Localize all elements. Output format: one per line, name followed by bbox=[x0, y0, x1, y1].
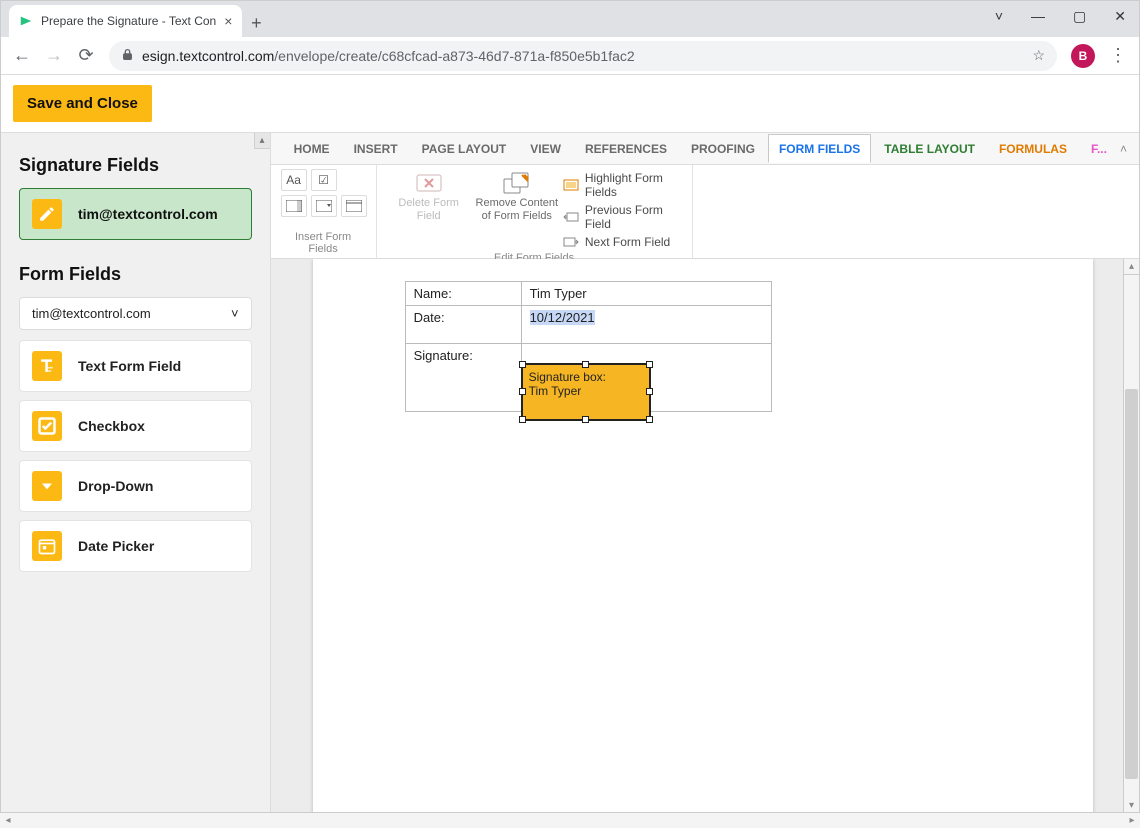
address-bar: ← → ⟳ esign.textcontrol.com/envelope/cre… bbox=[1, 37, 1139, 75]
ribbon-tab-f-[interactable]: F... bbox=[1080, 134, 1118, 163]
ribbon-tabs: HOMEINSERTPAGE LAYOUTVIEWREFERENCESPROOF… bbox=[271, 133, 1139, 165]
signature-box[interactable]: Signature box: Tim Typer bbox=[521, 363, 651, 421]
field-label: Date Picker bbox=[78, 538, 154, 554]
remove-content-button[interactable]: Remove Content of Form Fields bbox=[475, 169, 559, 249]
insert-checkbox-icon[interactable]: ☑ bbox=[311, 169, 337, 191]
chevron-down-icon[interactable]: ˅ bbox=[995, 8, 1003, 25]
document-canvas[interactable]: ▴ ▾ Name: Tim Typer bbox=[271, 259, 1139, 825]
bookmark-star-icon[interactable]: ☆ bbox=[1032, 47, 1045, 64]
ribbon-tab-references[interactable]: REFERENCES bbox=[574, 134, 678, 163]
favicon-icon bbox=[19, 14, 33, 28]
checkbox-icon bbox=[32, 411, 62, 441]
resize-handle[interactable] bbox=[519, 416, 526, 423]
profile-avatar[interactable]: B bbox=[1071, 44, 1095, 68]
recipient-select-value: tim@textcontrol.com bbox=[32, 306, 151, 321]
browser-tab[interactable]: Prepare the Signature - Text Con × bbox=[9, 5, 242, 37]
ribbon: Aa ☑ Insert Form Fields bbox=[271, 165, 1139, 259]
reload-button[interactable]: ⟳ bbox=[77, 45, 95, 66]
previous-form-field-button[interactable]: Previous Form Field bbox=[563, 203, 682, 231]
forward-button: → bbox=[45, 45, 63, 66]
sidebar-scroll-up[interactable]: ▴ bbox=[254, 133, 270, 149]
delete-form-field-button: Delete Form Field bbox=[387, 169, 471, 249]
browser-menu-icon[interactable]: ⋮ bbox=[1109, 45, 1127, 66]
scroll-left-arrow[interactable]: ◂ bbox=[1, 813, 16, 825]
resize-handle[interactable] bbox=[646, 361, 653, 368]
chevron-down-icon: ˅ bbox=[231, 306, 239, 321]
insert-date-icon[interactable] bbox=[341, 195, 367, 217]
minimize-icon[interactable]: — bbox=[1031, 8, 1045, 25]
url-field[interactable]: esign.textcontrol.com/envelope/create/c6… bbox=[109, 41, 1057, 71]
resize-handle[interactable] bbox=[582, 361, 589, 368]
scroll-thumb[interactable] bbox=[1125, 389, 1138, 779]
ribbon-tab-insert[interactable]: INSERT bbox=[343, 134, 409, 163]
next-form-field-button[interactable]: Next Form Field bbox=[563, 235, 682, 249]
ribbon-tab-home[interactable]: HOME bbox=[283, 134, 341, 163]
field-label: Text Form Field bbox=[78, 358, 181, 374]
resize-handle[interactable] bbox=[646, 388, 653, 395]
tab-title: Prepare the Signature - Text Con bbox=[41, 14, 216, 28]
tab-strip: Prepare the Signature - Text Con × + bbox=[1, 1, 1139, 37]
resize-handle[interactable] bbox=[519, 388, 526, 395]
date-value[interactable]: 10/12/2021 bbox=[530, 310, 595, 325]
maximize-icon[interactable]: ▢ bbox=[1073, 8, 1086, 25]
ribbon-group-caption: Insert Form Fields bbox=[281, 228, 366, 258]
back-button[interactable]: ← bbox=[13, 45, 31, 66]
recipient-select[interactable]: tim@textcontrol.com ˅ bbox=[19, 297, 252, 330]
resize-handle[interactable] bbox=[646, 416, 653, 423]
ribbon-group-edit: Delete Form Field Remove Content of Form… bbox=[377, 165, 693, 258]
name-label: Name: bbox=[405, 282, 521, 306]
pencil-icon bbox=[32, 199, 62, 229]
form-fields-heading: Form Fields bbox=[19, 264, 252, 285]
ribbon-collapse-icon[interactable]: ˄ bbox=[1120, 142, 1127, 156]
signature-box-title: Signature box: bbox=[529, 370, 643, 384]
signer-email: tim@textcontrol.com bbox=[78, 206, 218, 222]
field-card-date-picker[interactable]: Date Picker bbox=[19, 520, 252, 572]
remove-content-icon bbox=[502, 171, 532, 195]
save-and-close-button[interactable]: Save and Close bbox=[13, 85, 152, 122]
signer-card[interactable]: tim@textcontrol.com bbox=[19, 188, 252, 240]
new-tab-button[interactable]: + bbox=[242, 9, 270, 37]
close-tab-icon[interactable]: × bbox=[224, 13, 232, 29]
app-toolbar: Save and Close bbox=[1, 75, 1139, 132]
ribbon-tab-view[interactable]: VIEW bbox=[519, 134, 572, 163]
field-card-text-form-field[interactable]: Text Form Field bbox=[19, 340, 252, 392]
name-value[interactable]: Tim Typer bbox=[521, 282, 771, 306]
sidebar: ▴ Signature Fields tim@textcontrol.com F… bbox=[1, 133, 271, 825]
ribbon-tab-form-fields[interactable]: FORM FIELDS bbox=[768, 134, 871, 163]
editor: HOMEINSERTPAGE LAYOUTVIEWREFERENCESPROOF… bbox=[271, 133, 1139, 825]
insert-textfield-icon[interactable]: Aa bbox=[281, 169, 307, 191]
insert-dropdown-icon[interactable] bbox=[311, 195, 337, 217]
window-controls: ˅ — ▢ ✕ bbox=[995, 8, 1126, 25]
field-card-checkbox[interactable]: Checkbox bbox=[19, 400, 252, 452]
horizontal-scrollbar[interactable]: ◂ ▸ bbox=[1, 812, 1139, 825]
page: Name: Tim Typer Date: 10/12/2021 Signatu… bbox=[313, 259, 1093, 813]
resize-handle[interactable] bbox=[519, 361, 526, 368]
signature-box-signer: Tim Typer bbox=[529, 384, 643, 398]
signature-fields-heading: Signature Fields bbox=[19, 155, 252, 176]
highlight-form-fields-button[interactable]: Highlight Form Fields bbox=[563, 171, 682, 199]
lock-icon bbox=[121, 48, 134, 64]
field-label: Drop-Down bbox=[78, 478, 153, 494]
ribbon-group-insert: Aa ☑ Insert Form Fields bbox=[271, 165, 377, 258]
signature-label: Signature: bbox=[405, 344, 521, 412]
ribbon-tab-page-layout[interactable]: PAGE LAYOUT bbox=[411, 134, 518, 163]
date-label: Date: bbox=[405, 306, 521, 344]
ribbon-tab-formulas[interactable]: FORMULAS bbox=[988, 134, 1078, 163]
dropdown-icon bbox=[32, 471, 62, 501]
insert-combobox-icon[interactable] bbox=[281, 195, 307, 217]
delete-field-icon bbox=[414, 171, 444, 195]
vertical-scrollbar[interactable]: ▾ bbox=[1123, 275, 1139, 813]
datepicker-icon bbox=[32, 531, 62, 561]
scroll-right-arrow[interactable]: ▸ bbox=[1124, 813, 1139, 825]
field-label: Checkbox bbox=[78, 418, 145, 434]
resize-handle[interactable] bbox=[582, 416, 589, 423]
url-text: esign.textcontrol.com/envelope/create/c6… bbox=[142, 48, 635, 64]
field-card-drop-down[interactable]: Drop-Down bbox=[19, 460, 252, 512]
ribbon-tab-proofing[interactable]: PROOFING bbox=[680, 134, 766, 163]
scroll-down-arrow[interactable]: ▾ bbox=[1124, 797, 1139, 813]
ribbon-tab-table-layout[interactable]: TABLE LAYOUT bbox=[873, 134, 986, 163]
text-icon bbox=[32, 351, 62, 381]
close-window-icon[interactable]: ✕ bbox=[1114, 8, 1126, 25]
scroll-up-arrow[interactable]: ▴ bbox=[1123, 259, 1139, 275]
